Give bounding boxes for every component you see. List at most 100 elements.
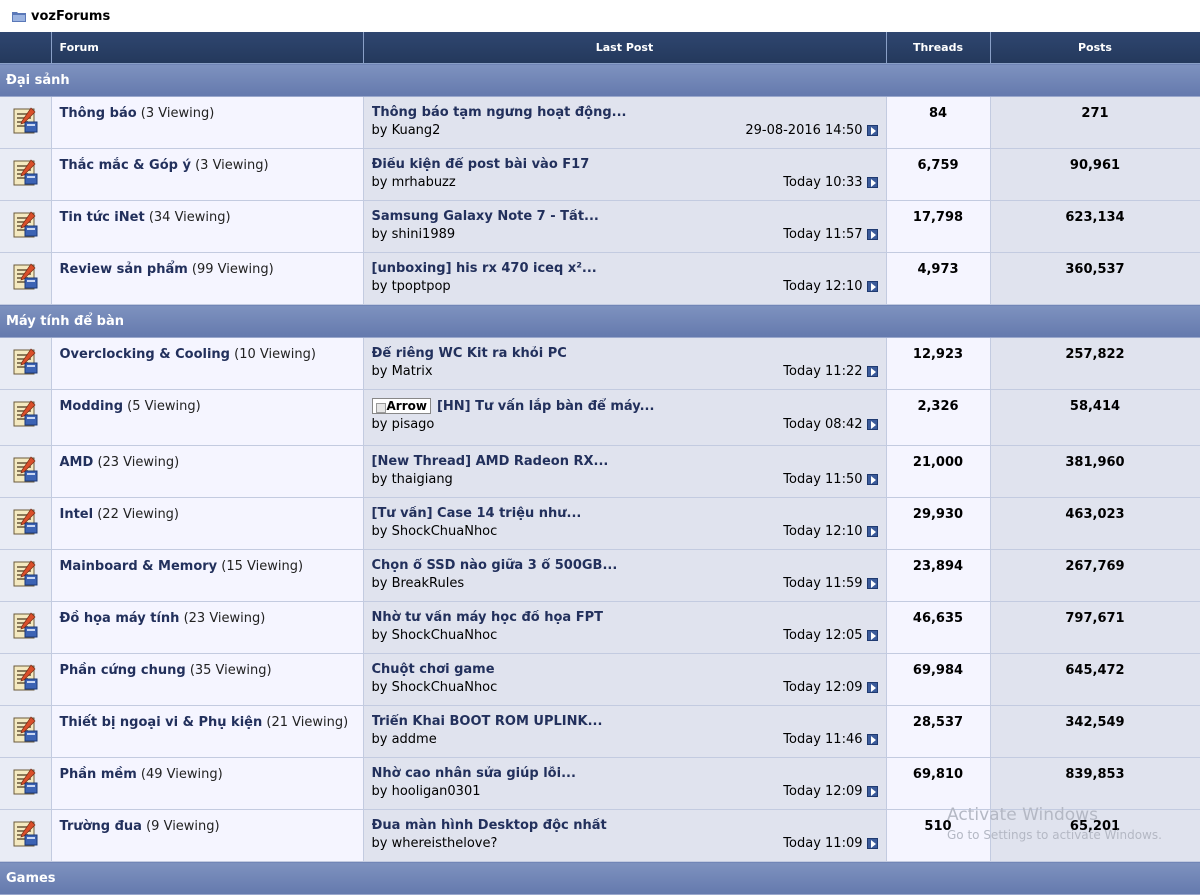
go-to-last-post-icon[interactable] bbox=[866, 838, 878, 849]
last-post-author[interactable]: by shini1989 bbox=[372, 227, 456, 242]
site-title[interactable]: vozForums bbox=[31, 9, 110, 24]
forum-viewing-count: (49 Viewing) bbox=[140, 767, 223, 782]
forum-name-link[interactable]: Thắc mắc & Góp ý bbox=[60, 158, 191, 173]
category-title[interactable]: Đại sảnh bbox=[0, 63, 1200, 97]
forum-name-link[interactable]: Đồ họa máy tính bbox=[60, 611, 180, 626]
forum-status-icon bbox=[11, 508, 39, 540]
last-post-cell: Để riêng WC Kit ra khỏi PC by Matrix Today… bbox=[363, 337, 887, 390]
last-post-author[interactable]: by tpoptpop bbox=[372, 279, 451, 294]
forum-name-link[interactable]: Review sản phẩm bbox=[60, 262, 188, 277]
last-post-cell: Arrow [HN] Tư vấn lắp bàn để máy... by pis… bbox=[363, 389, 887, 446]
last-post-title-link[interactable]: Triển Khai BOOT ROM UPLINK... bbox=[372, 714, 603, 729]
post-count: 839,853 bbox=[990, 757, 1200, 810]
forum-status-icon bbox=[11, 768, 39, 800]
last-post-author[interactable]: by Matrix bbox=[372, 364, 433, 379]
post-count: 463,023 bbox=[990, 497, 1200, 550]
go-to-last-post-icon[interactable] bbox=[866, 786, 878, 797]
last-post-cell: Samsung Galaxy Note 7 - Tất... by shini19… bbox=[363, 200, 887, 253]
forum-row: Thiết bị ngoại vi & Phụ kiện (21 Viewing… bbox=[0, 705, 1200, 758]
forum-name-link[interactable]: Thiết bị ngoại vi & Phụ kiện bbox=[60, 715, 263, 730]
forum-name-link[interactable]: Tin tức iNet bbox=[60, 210, 145, 225]
last-post-author[interactable]: by ShockChuaNhoc bbox=[372, 680, 498, 695]
forum-name-link[interactable]: Overclocking & Cooling bbox=[60, 347, 230, 362]
forum-row: Thắc mắc & Góp ý (3 Viewing) Điều kiện để… bbox=[0, 148, 1200, 201]
forum-cell: Thông báo (3 Viewing) bbox=[51, 96, 364, 149]
last-post-author[interactable]: by Kuang2 bbox=[372, 123, 441, 138]
go-to-last-post-icon[interactable] bbox=[866, 578, 878, 589]
forum-row: Phần mềm (49 Viewing) Nhờ cao nhân sửa gi… bbox=[0, 757, 1200, 810]
forum-cell: Đồ họa máy tính (23 Viewing) bbox=[51, 601, 364, 654]
forum-status-icon bbox=[11, 612, 39, 644]
last-post-time: Today 11:46 bbox=[783, 732, 863, 747]
forum-icon-cell bbox=[0, 705, 52, 758]
site-header: vozForums bbox=[0, 0, 1200, 32]
last-post-title-link[interactable]: Nhờ cao nhân sửa giúp lỗi... bbox=[372, 766, 576, 781]
forum-row: Overclocking & Cooling (10 Viewing) Để ri… bbox=[0, 337, 1200, 390]
post-count: 342,549 bbox=[990, 705, 1200, 758]
forum-cell: Modding (5 Viewing) bbox=[51, 389, 364, 446]
forum-name-link[interactable]: Phần mềm bbox=[60, 767, 137, 782]
last-post-cell: [unboxing] his rx 470 iceq x²... by tpopt… bbox=[363, 252, 887, 305]
last-post-author[interactable]: by BreakRules bbox=[372, 576, 465, 591]
thread-count: 46,635 bbox=[886, 601, 991, 654]
last-post-title-link[interactable]: Chuột chơi game bbox=[372, 662, 495, 677]
go-to-last-post-icon[interactable] bbox=[866, 281, 878, 292]
last-post-cell: [New Thread] AMD Radeon RX... by thaigian… bbox=[363, 445, 887, 498]
thread-count: 2,326 bbox=[886, 389, 991, 446]
forum-name-link[interactable]: Modding bbox=[60, 399, 124, 414]
go-to-last-post-icon[interactable] bbox=[866, 229, 878, 240]
forum-name-link[interactable]: Intel bbox=[60, 507, 94, 522]
forum-row: Mainboard & Memory (15 Viewing) Chọn ổ SS… bbox=[0, 549, 1200, 602]
last-post-title-link[interactable]: [Tư vấn] Case 14 triệu như... bbox=[372, 506, 582, 521]
last-post-author[interactable]: by mrhabuzz bbox=[372, 175, 456, 190]
forum-status-icon bbox=[11, 159, 39, 191]
last-post-author[interactable]: by ShockChuaNhoc bbox=[372, 524, 498, 539]
last-post-title-link[interactable]: Để riêng WC Kit ra khỏi PC bbox=[372, 346, 567, 361]
forum-status-icon bbox=[11, 107, 39, 139]
category-title[interactable]: Máy tính để bàn bbox=[0, 304, 1200, 338]
go-to-last-post-icon[interactable] bbox=[866, 682, 878, 693]
broken-image-icon: Arrow bbox=[371, 398, 431, 414]
last-post-time: Today 12:10 bbox=[783, 524, 863, 539]
forum-name-link[interactable]: Thông báo bbox=[60, 106, 137, 121]
go-to-last-post-icon[interactable] bbox=[866, 419, 878, 430]
last-post-author[interactable]: by addme bbox=[372, 732, 437, 747]
last-post-title-link[interactable]: Chọn ổ SSD nào giữa 3 ổ 500GB... bbox=[372, 558, 618, 573]
last-post-author[interactable]: by ShockChuaNhoc bbox=[372, 628, 498, 643]
last-post-title-link[interactable]: Nhờ tư vấn máy học đồ họa FPT bbox=[372, 610, 603, 625]
go-to-last-post-icon[interactable] bbox=[866, 474, 878, 485]
last-post-title-link[interactable]: Đua màn hình Desktop độc nhất bbox=[372, 818, 607, 833]
forum-cell: Intel (22 Viewing) bbox=[51, 497, 364, 550]
go-to-last-post-icon[interactable] bbox=[866, 630, 878, 641]
forum-name-link[interactable]: Phần cứng chung bbox=[60, 663, 186, 678]
last-post-author[interactable]: by whereisthelove? bbox=[372, 836, 498, 851]
last-post-author[interactable]: by hooligan0301 bbox=[372, 784, 481, 799]
forum-icon-cell bbox=[0, 809, 52, 862]
post-count: 267,769 bbox=[990, 549, 1200, 602]
go-to-last-post-icon[interactable] bbox=[866, 526, 878, 537]
forum-name-link[interactable]: Trường đua bbox=[60, 819, 142, 834]
last-post-author[interactable]: by thaigiang bbox=[372, 472, 453, 487]
thread-count: 4,973 bbox=[886, 252, 991, 305]
last-post-title-link[interactable]: Samsung Galaxy Note 7 - Tất... bbox=[372, 209, 599, 224]
forum-row: Tin tức iNet (34 Viewing) Samsung Galaxy … bbox=[0, 200, 1200, 253]
forum-cell: Overclocking & Cooling (10 Viewing) bbox=[51, 337, 364, 390]
go-to-last-post-icon[interactable] bbox=[866, 366, 878, 377]
last-post-author[interactable]: by pisago bbox=[372, 417, 435, 432]
last-post-title-link[interactable]: [unboxing] his rx 470 iceq x²... bbox=[372, 261, 597, 276]
forum-name-link[interactable]: AMD bbox=[60, 455, 94, 470]
go-to-last-post-icon[interactable] bbox=[866, 734, 878, 745]
forum-viewing-count: (22 Viewing) bbox=[97, 507, 180, 522]
last-post-title-link[interactable]: Điều kiện để post bài vào F17 bbox=[372, 157, 590, 172]
last-post-title-link[interactable]: [HN] Tư vấn lắp bàn để máy... bbox=[437, 399, 654, 414]
forum-row: Modding (5 Viewing) Arrow [HN] Tư vấn lắp … bbox=[0, 389, 1200, 446]
go-to-last-post-icon[interactable] bbox=[866, 125, 878, 136]
post-count: 360,537 bbox=[990, 252, 1200, 305]
forum-name-link[interactable]: Mainboard & Memory bbox=[60, 559, 218, 574]
last-post-title-link[interactable]: Thông báo tạm ngưng hoạt động... bbox=[372, 105, 627, 120]
last-post-title-link[interactable]: [New Thread] AMD Radeon RX... bbox=[372, 454, 609, 469]
go-to-last-post-icon[interactable] bbox=[866, 177, 878, 188]
last-post-time: Today 11:59 bbox=[783, 576, 863, 591]
thread-count: 17,798 bbox=[886, 200, 991, 253]
forum-viewing-count: (5 Viewing) bbox=[127, 399, 201, 414]
